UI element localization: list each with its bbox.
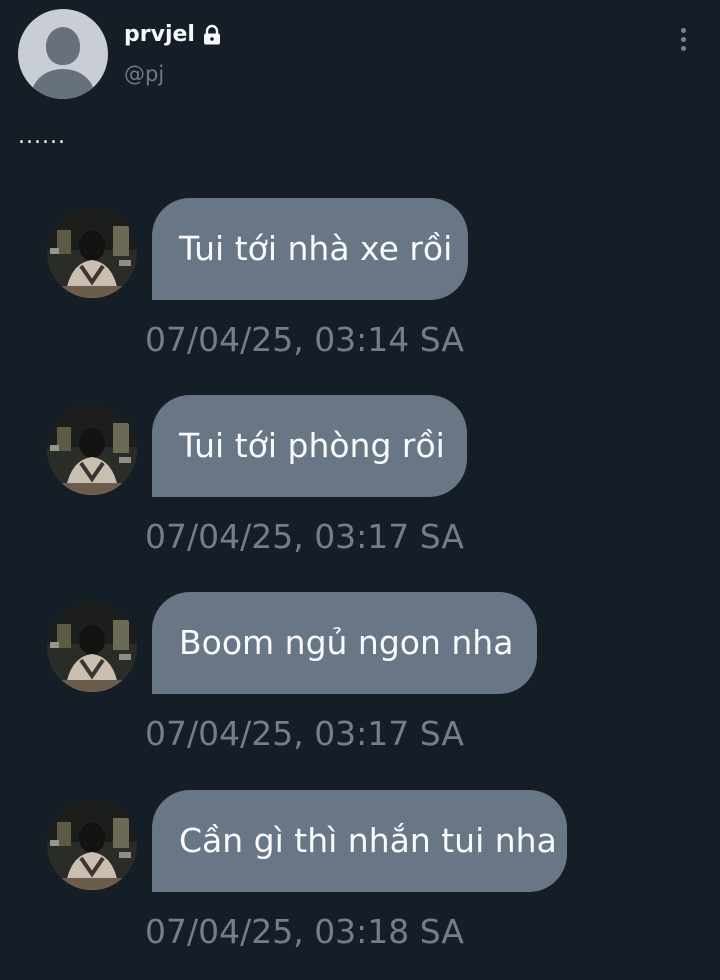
more-options-button[interactable]	[672, 24, 694, 54]
message-item: Tui tới phòng rồi 07/04/25, 03:17 SA	[0, 395, 720, 585]
post-text: ......	[18, 124, 66, 149]
sender-avatar[interactable]	[47, 208, 137, 298]
message-timestamp: 07/04/25, 03:17 SA	[145, 517, 464, 556]
message-bubble[interactable]: Boom ngủ ngon nha	[152, 592, 537, 694]
sender-avatar[interactable]	[47, 800, 137, 890]
message-item: Boom ngủ ngon nha 07/04/25, 03:17 SA	[0, 592, 720, 782]
sender-avatar[interactable]	[47, 405, 137, 495]
display-name-text[interactable]: prvjel	[124, 22, 195, 47]
message-bubble[interactable]: Tui tới nhà xe rồi	[152, 198, 468, 300]
message-timestamp: 07/04/25, 03:17 SA	[145, 714, 464, 753]
sender-avatar[interactable]	[47, 602, 137, 692]
default-avatar-head-icon	[46, 27, 80, 65]
message-item: Cần gì thì nhắn tui nha 07/04/25, 03:18 …	[0, 790, 720, 980]
message-bubble[interactable]: Tui tới phòng rồi	[152, 395, 467, 497]
user-handle[interactable]: @pj	[124, 62, 164, 86]
message-bubble[interactable]: Cần gì thì nhắn tui nha	[152, 790, 567, 892]
more-vertical-icon	[680, 27, 686, 33]
profile-avatar[interactable]	[18, 9, 108, 99]
display-name[interactable]: prvjel	[124, 22, 223, 47]
lock-icon	[201, 24, 223, 46]
message-timestamp: 07/04/25, 03:18 SA	[145, 912, 464, 951]
message-timestamp: 07/04/25, 03:14 SA	[145, 320, 464, 359]
default-avatar-body-icon	[32, 69, 94, 99]
message-item: Tui tới nhà xe rồi 07/04/25, 03:14 SA	[0, 198, 720, 388]
